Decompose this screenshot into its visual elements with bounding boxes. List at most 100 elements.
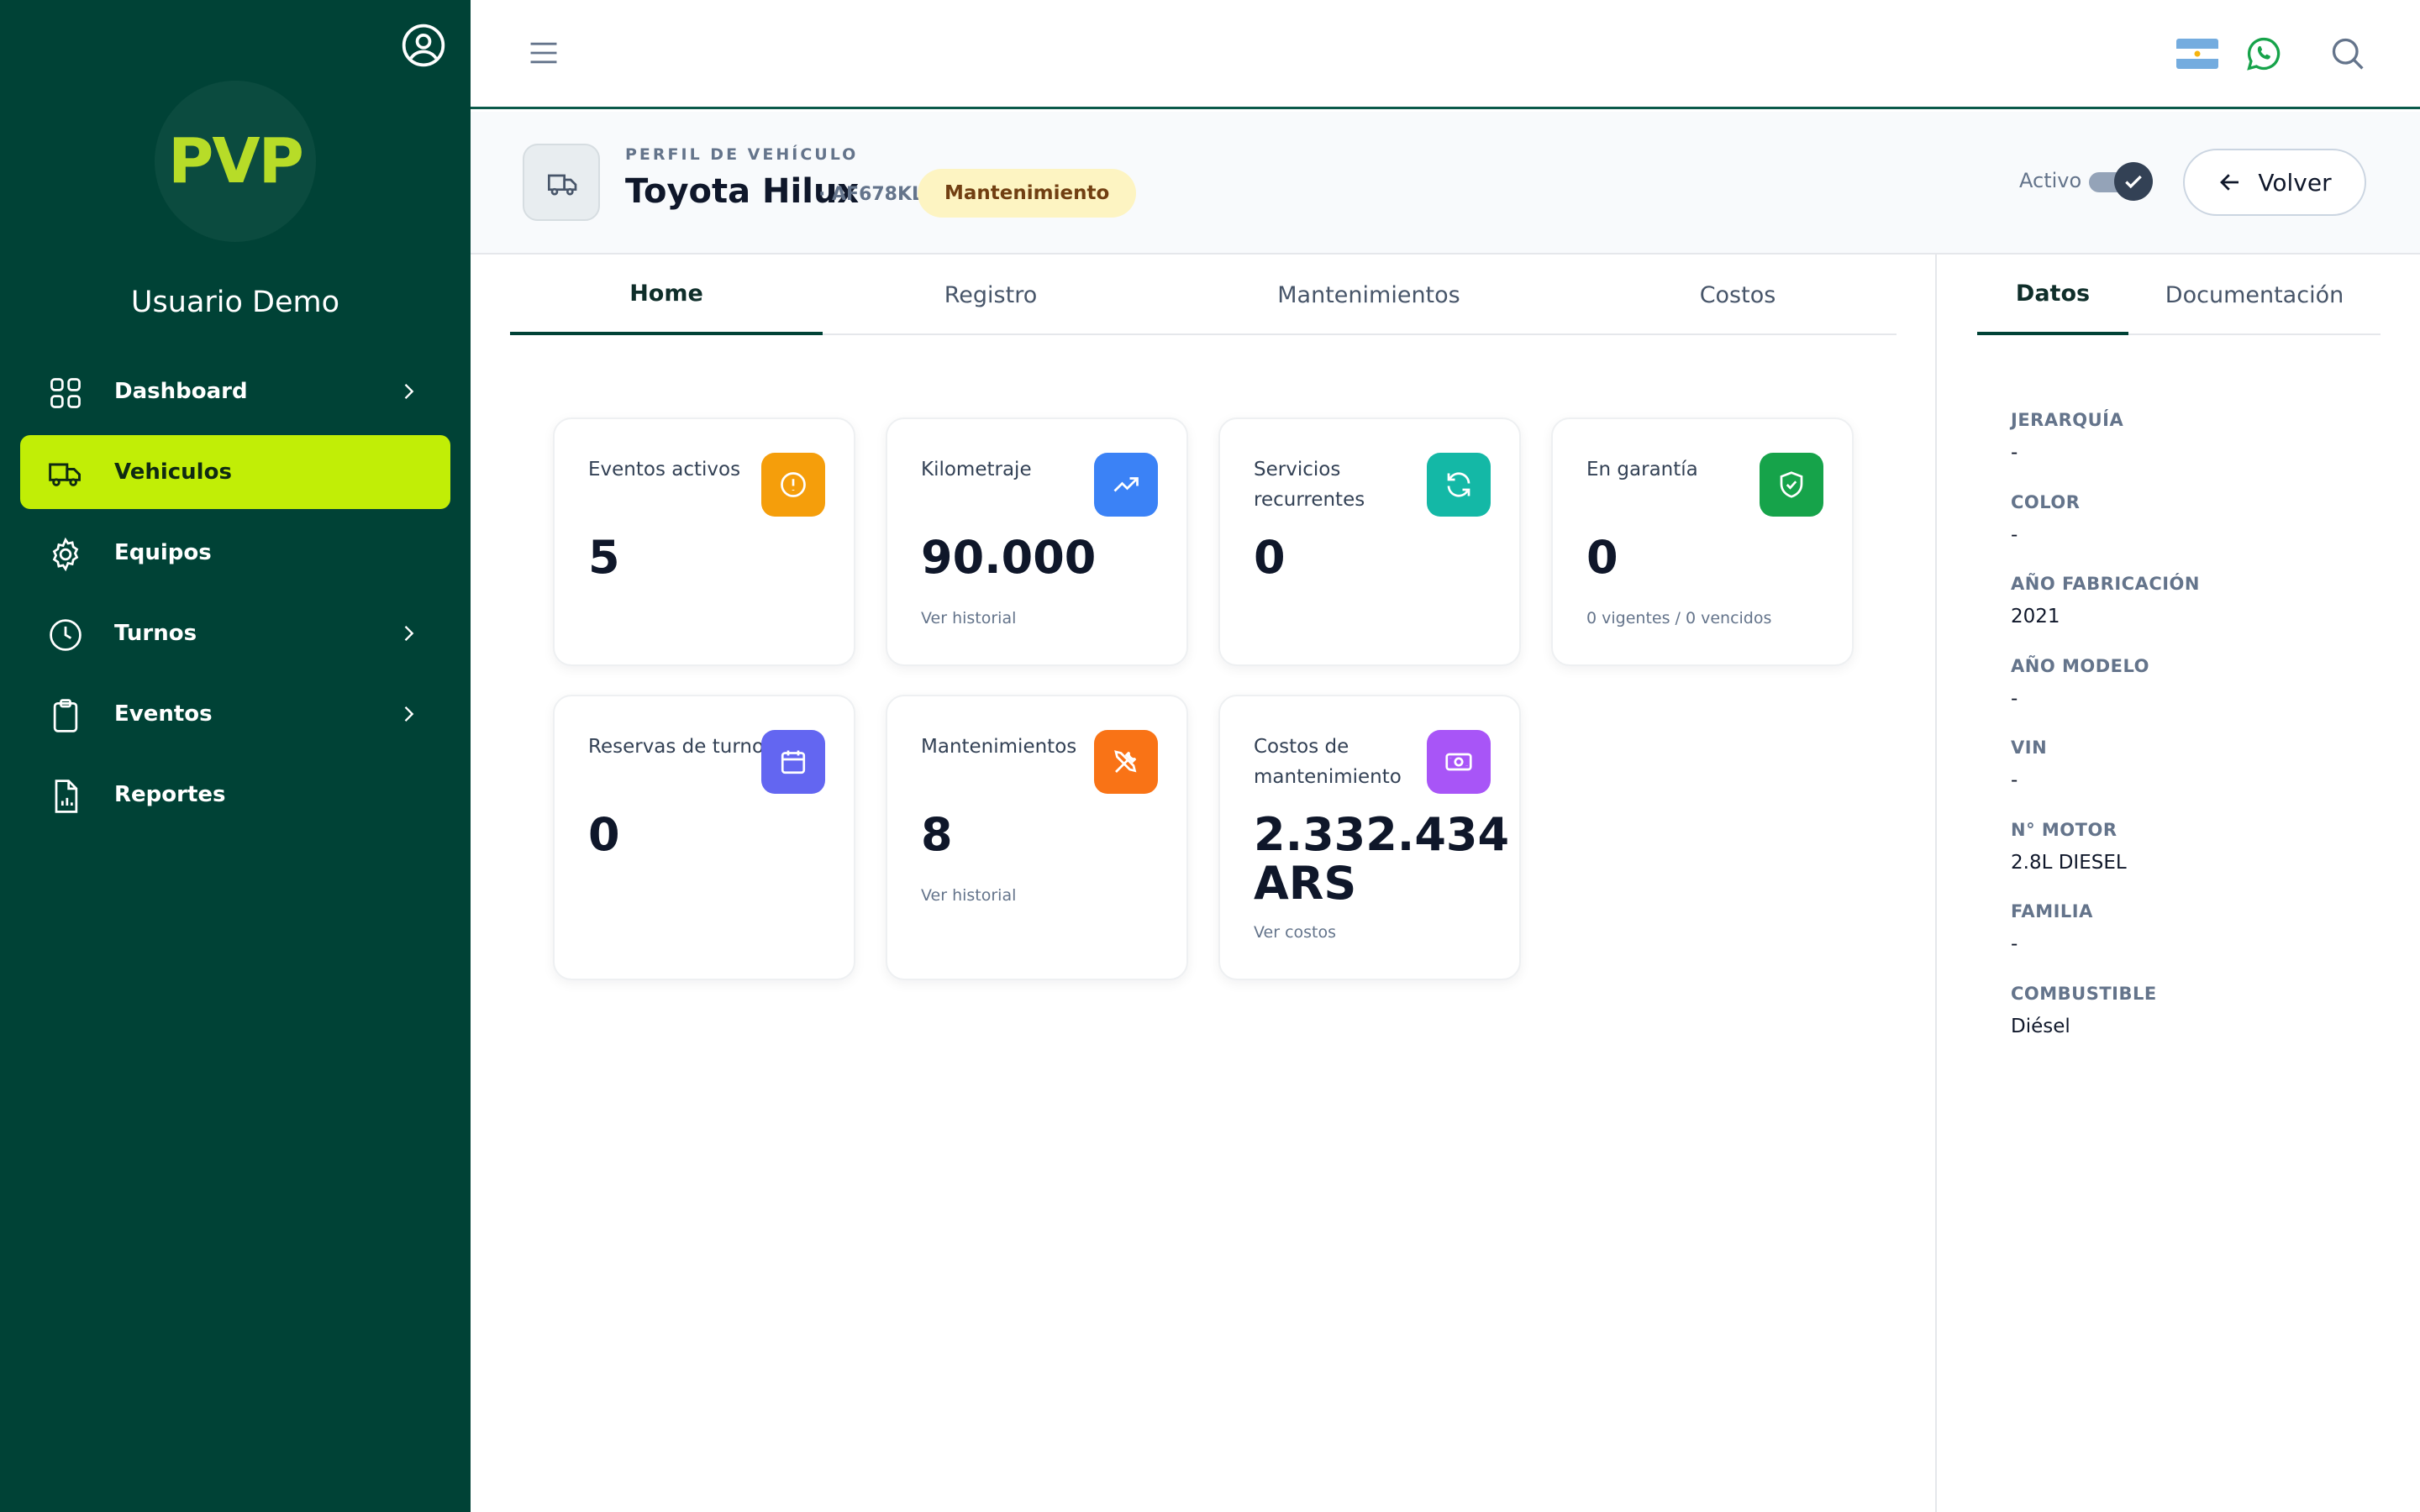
tab-documentacion[interactable]: Documentación [2128, 255, 2381, 335]
card-title: Servicios recurrentes [1254, 459, 1365, 511]
card-link[interactable]: Ver historial [921, 886, 1016, 905]
detail-color: COLOR - [2011, 492, 2381, 575]
sidebar-item-eventos[interactable]: Eventos [20, 677, 450, 751]
card-title: Mantenimientos [921, 736, 1077, 758]
page-eyebrow: PERFIL DE VEHÍCULO [625, 145, 859, 164]
sidebar-item-dashboard[interactable]: Dashboard [20, 354, 450, 428]
active-label: Activo [2019, 169, 2082, 192]
card-link[interactable]: Ver costos [1254, 923, 1336, 942]
card-en-garantia[interactable]: En garantía 0 0 vigentes / 0 vencidos [1551, 417, 1854, 666]
trending-up-icon [1113, 477, 1139, 492]
detail-value: - [2011, 687, 2018, 710]
card-value: 0 [1586, 531, 1618, 584]
card-mantenimientos[interactable]: Mantenimientos 8 Ver historial [886, 695, 1188, 980]
truck-icon [548, 174, 577, 196]
username: Usuario Demo [130, 286, 340, 319]
sidebar-item-label: Equipos [114, 540, 212, 565]
detail-label: JERARQUÍA [2011, 410, 2124, 430]
detail-value: - [2011, 933, 2018, 955]
vehicle-header: PERFIL DE VEHÍCULO Toyota Hilux · AF678K… [471, 112, 2420, 255]
detail-label: VIN [2011, 738, 2048, 758]
detail-vin: VIN - [2011, 738, 2381, 820]
vehicle-plate: · AF678KL [818, 184, 924, 205]
detail-label: FAMILIA [2011, 901, 2093, 921]
back-button[interactable]: Volver [2183, 149, 2366, 216]
tab-costos[interactable]: Costos [1579, 255, 1897, 335]
user-circle-icon[interactable] [400, 22, 447, 69]
detail-label: N° MOTOR [2011, 819, 2118, 840]
refresh-icon [1447, 472, 1470, 497]
detail-value: 2021 [2011, 606, 2060, 627]
search-icon[interactable] [2329, 35, 2366, 72]
detail-label: AÑO MODELO [2011, 655, 2150, 676]
tab-mantenimientos[interactable]: Mantenimientos [1159, 255, 1579, 335]
detail-label: COMBUSTIBLE [2011, 983, 2157, 1004]
active-toggle[interactable] [2089, 162, 2154, 201]
topbar [471, 0, 2420, 109]
card-subtext: 0 vigentes / 0 vencidos [1586, 609, 1772, 627]
sidebar-item-turnos[interactable]: Turnos [20, 596, 450, 670]
detail-value: - [2011, 523, 2018, 546]
card-icon [1094, 453, 1158, 517]
card-servicios-recurrentes[interactable]: Servicios recurrentes 0 [1218, 417, 1521, 666]
card-icon [1427, 453, 1491, 517]
card-icon [761, 730, 825, 794]
detail-anio-modelo: AÑO MODELO - [2011, 656, 2381, 738]
chevron-right-icon [404, 626, 414, 641]
logo: PVP [155, 81, 316, 242]
check-icon [2125, 175, 2142, 189]
gear-icon [52, 537, 79, 572]
card-kilometraje[interactable]: Kilometraje 90.000 Ver historial [886, 417, 1188, 666]
card-title: Kilometraje [921, 459, 1032, 480]
chevron-right-icon [404, 384, 414, 399]
detail-label: COLOR [2011, 491, 2081, 512]
detail-motor: N° MOTOR 2.8L DIESEL [2011, 820, 2381, 902]
alert-icon [781, 472, 806, 497]
detail-value: Diésel [2011, 1015, 2070, 1037]
menu-icon[interactable] [528, 39, 560, 67]
card-icon [1094, 730, 1158, 794]
card-icon [1427, 730, 1491, 794]
detail-value: - [2011, 442, 2018, 464]
card-reservas-turno[interactable]: Reservas de turno 0 [553, 695, 855, 980]
grid-icon [50, 378, 81, 408]
tab-datos[interactable]: Datos [1977, 255, 2128, 335]
sidebar-item-reportes[interactable]: Reportes [20, 758, 450, 832]
card-title: En garantía [1586, 459, 1698, 480]
card-value: 90.000 [921, 531, 1097, 584]
argentina-flag-icon[interactable] [2176, 39, 2218, 69]
sidebar-item-label: Dashboard [114, 379, 248, 404]
detail-value: - [2011, 769, 2018, 791]
sidebar-item-label: Reportes [114, 782, 226, 807]
main-tabs: Home Registro Mantenimientos Costos [510, 255, 1897, 335]
card-costos-mantenimiento[interactable]: Costos de mantenimiento 2.332.434 ARS Ve… [1218, 695, 1521, 980]
card-eventos-activos[interactable]: Eventos activos 5 [553, 417, 855, 666]
sidebar-item-vehiculos[interactable]: Vehiculos [20, 435, 450, 509]
sidebar-item-label: Eventos [114, 701, 213, 727]
tab-home[interactable]: Home [510, 255, 823, 335]
card-value: 5 [588, 531, 620, 584]
card-value: 0 [588, 808, 620, 861]
arrow-left-icon [2220, 174, 2239, 191]
clock-icon [50, 619, 82, 651]
chevron-right-icon [404, 706, 414, 722]
sidebar-item-equipos[interactable]: Equipos [20, 516, 450, 590]
sidebar-nav: Dashboard Vehiculos Equipos Turnos Event… [20, 354, 450, 838]
card-link[interactable]: Ver historial [921, 609, 1016, 627]
detail-tabs: Datos Documentación [1977, 255, 2381, 335]
detail-value: 2.8L DIESEL [2011, 851, 2127, 874]
panel-divider [1935, 255, 1937, 1512]
sidebar-item-label: Turnos [114, 621, 197, 646]
money-icon [1445, 753, 1472, 771]
vehicle-avatar [523, 144, 600, 221]
card-title: Reservas de turno [588, 736, 765, 758]
card-icon [761, 453, 825, 517]
card-value: 8 [921, 808, 953, 861]
detail-label: AÑO FABRICACIÓN [2011, 574, 2200, 594]
tab-registro[interactable]: Registro [823, 255, 1159, 335]
whatsapp-icon[interactable] [2245, 35, 2282, 72]
card-title: Costos de mantenimiento [1254, 736, 1402, 788]
logo-text: PVP [168, 125, 304, 197]
detail-anio-fabricacion: AÑO FABRICACIÓN 2021 [2011, 574, 2381, 656]
truck-icon [49, 463, 81, 486]
